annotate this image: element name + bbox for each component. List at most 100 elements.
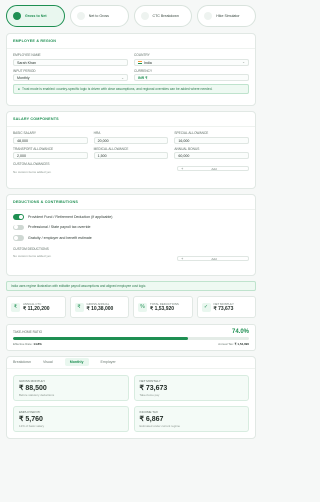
- ratio-percent: 74.0%: [231, 329, 249, 335]
- provident-fund-toggle[interactable]: [13, 214, 24, 220]
- add-deduction-button[interactable]: + Add: [177, 256, 249, 261]
- stat-value: ₹ 73,673: [213, 306, 234, 312]
- employee-name-label: Employee name: [13, 53, 41, 57]
- deductions-card: Deductions & Contributions Provident Fun…: [6, 194, 256, 276]
- step-hike-simulator[interactable]: Hike Simulator: [197, 5, 256, 27]
- result-sub: Before statutory deductions: [19, 392, 55, 397]
- tab-monthly[interactable]: Monthly: [64, 358, 89, 367]
- chevron-down-icon: ⌄: [242, 60, 245, 65]
- step-gross-to-net[interactable]: Gross to Net: [6, 5, 65, 27]
- result-label: Gross monthly: [19, 378, 46, 383]
- step-label: Gross to Net: [25, 13, 47, 18]
- mode-steps: Gross to Net Net to Gross CTC Breakdown …: [6, 5, 256, 27]
- step-label: Net to Gross: [88, 13, 109, 18]
- result-sub: Estimated under current regime: [139, 423, 181, 428]
- result-income-tax: Income tax ₹ 6,867 Estimated under curre…: [133, 405, 249, 432]
- step-label: CTC Breakdown: [152, 13, 179, 18]
- percent-icon: %: [138, 302, 147, 312]
- result-sub: 12% of basic salary: [19, 423, 45, 428]
- basic-salary-input[interactable]: 48,000: [13, 136, 88, 144]
- check-icon: ✓: [201, 302, 211, 312]
- toggle-label: Gratuity / employer and benefit estimate: [28, 235, 92, 240]
- ratio-label: Take-home ratio: [13, 330, 43, 334]
- medical-allowance-input[interactable]: 1,500: [93, 152, 169, 159]
- rupee-icon: ₹: [74, 302, 84, 312]
- result-label: Income tax: [139, 409, 158, 414]
- result-value: ₹ 5,760: [19, 415, 43, 423]
- results-grid: Gross monthly ₹ 88,500 Before statutory …: [13, 374, 249, 432]
- regime-info-banner: India uses regime illustration with edit…: [6, 281, 256, 291]
- tab-breakdown[interactable]: Breakdown: [13, 360, 31, 364]
- effective-rate-value: 14.8%: [33, 341, 42, 346]
- result-label: Employer PF: [19, 409, 41, 414]
- stat-value: ₹ 11,20,200: [23, 306, 50, 312]
- medical-allowance-label: Medical allowance: [93, 146, 129, 151]
- effective-rate-label: Effective Rate:: [13, 341, 33, 346]
- provident-fund-toggle-row[interactable]: Provident Fund / Retirement Deduction (i…: [13, 214, 249, 220]
- stat-net-monthly: ✓ Net monthly ₹ 73,673: [196, 296, 256, 318]
- salary-calculator-page: Gross to Net Net to Gross CTC Breakdown …: [0, 0, 262, 502]
- results-panel: Breakdown Visual Monthly Employer Gross …: [6, 355, 256, 439]
- result-value: ₹ 73,673: [139, 384, 168, 392]
- annual-bonus-input[interactable]: 60,000: [174, 152, 250, 159]
- toggle-label: Provident Fund / Retirement Deduction (i…: [28, 214, 113, 219]
- add-label: Add: [211, 256, 217, 261]
- trust-mode-note: ● Trust mode is enabled: country-specifi…: [13, 84, 249, 94]
- input-period-select[interactable]: Monthly ⌄: [13, 74, 128, 81]
- toggle-label: Professional / State payroll tax overrid…: [28, 225, 91, 230]
- tab-visual[interactable]: Visual: [43, 360, 53, 364]
- salary-components-card: Salary Components Basic salary 48,000 HR…: [6, 111, 256, 189]
- gratuity-toggle-row[interactable]: Gratuity / employer and benefit estimate: [13, 235, 249, 241]
- basic-salary-label: Basic salary: [13, 131, 36, 135]
- results-tabs: Breakdown Visual Monthly Employer: [7, 357, 255, 369]
- stat-value: ₹ 10,38,000: [86, 306, 114, 312]
- input-period-label: Input period: [13, 68, 36, 73]
- summary-stats: ₹ Annual CTC ₹ 11,20,200 ₹ Gross annual …: [6, 296, 256, 318]
- step-net-to-gross[interactable]: Net to Gross: [69, 5, 129, 27]
- ratio-progress-fill: [13, 337, 188, 340]
- result-value: ₹ 88,500: [19, 384, 47, 392]
- step-dot-icon: [76, 12, 85, 20]
- section-heading: Employee & Region: [7, 34, 255, 49]
- currency-field[interactable]: INR ₹: [134, 74, 249, 81]
- employee-name-input[interactable]: Sarah Khan: [13, 58, 128, 66]
- country-select[interactable]: India ⌄: [134, 58, 249, 66]
- result-net-monthly: Net monthly ₹ 73,673 Take-home pay: [133, 374, 249, 401]
- country-label: Country: [134, 53, 150, 57]
- plus-icon: +: [181, 166, 184, 171]
- stat-total-deductions: % Total deductions ₹ 1,53,920: [133, 296, 193, 318]
- result-gross-monthly: Gross monthly ₹ 88,500 Before statutory …: [13, 374, 129, 401]
- ratio-progress-bar: [13, 337, 249, 340]
- transport-allowance-input[interactable]: 2,000: [13, 152, 88, 159]
- country-value: India: [144, 60, 152, 65]
- hra-input[interactable]: 20,000: [93, 136, 169, 144]
- tab-employer[interactable]: Employer: [101, 360, 116, 364]
- flag-icon: [138, 61, 142, 65]
- add-allowance-button[interactable]: + Add: [177, 166, 249, 171]
- custom-deductions-label: Custom deductions: [13, 246, 49, 251]
- result-sub: Take-home pay: [139, 392, 160, 397]
- professional-tax-toggle[interactable]: [13, 224, 24, 230]
- special-allowance-label: Special allowance: [174, 131, 209, 135]
- step-dot-icon: [13, 12, 21, 20]
- effective-rate: Effective Rate: 14.8%: [13, 342, 42, 346]
- annual-bonus-label: Annual bonus: [174, 146, 200, 151]
- special-allowance-input[interactable]: 16,000: [174, 136, 250, 144]
- step-dot-icon: [140, 12, 149, 20]
- employee-region-card: Employee & Region Employee name Sarah Kh…: [6, 33, 256, 106]
- currency-label: Currency: [134, 68, 153, 73]
- result-label: Net monthly: [139, 378, 161, 383]
- result-employer-pf: Employer PF ₹ 5,760 12% of basic salary: [13, 405, 129, 432]
- stat-gross-annual: ₹ Gross annual ₹ 10,38,000: [69, 296, 129, 318]
- transport-allowance-label: Transport allowance: [13, 146, 54, 151]
- add-label: Add: [211, 166, 217, 171]
- hra-label: HRA: [93, 131, 101, 135]
- check-circle-icon: ●: [18, 87, 20, 91]
- stat-value: ₹ 1,53,920: [150, 306, 175, 312]
- step-ctc-breakdown[interactable]: CTC Breakdown: [133, 5, 193, 27]
- gratuity-toggle[interactable]: [13, 235, 24, 241]
- step-dot-icon: [204, 12, 213, 20]
- professional-tax-toggle-row[interactable]: Professional / State payroll tax overrid…: [13, 224, 249, 230]
- annual-tax-label: Annual Tax:: [218, 341, 234, 346]
- annual-tax-value: ₹ 1,54,090: [234, 341, 249, 346]
